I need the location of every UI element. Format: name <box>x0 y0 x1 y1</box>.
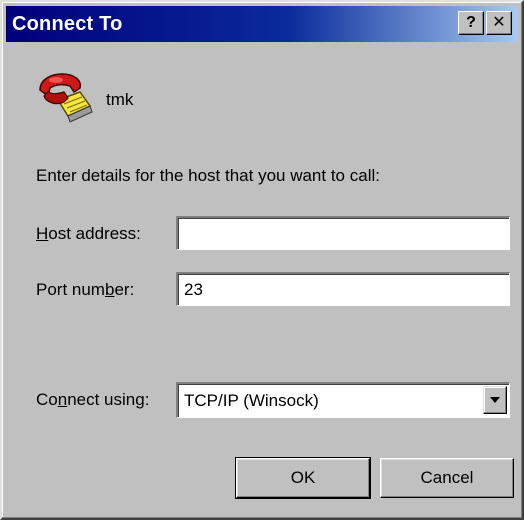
chevron-down-icon <box>490 397 500 403</box>
connect-using-dropdown[interactable]: TCP/IP (Winsock) <box>176 382 510 418</box>
port-number-label: Port number: <box>36 280 134 300</box>
window-title: Connect To <box>12 12 123 35</box>
host-address-label: Host address: <box>36 224 141 244</box>
connect-label-post: nect using: <box>67 390 150 409</box>
help-button[interactable]: ? <box>458 11 484 35</box>
help-icon: ? <box>466 14 476 31</box>
close-button[interactable]: ✕ <box>486 11 512 35</box>
cancel-button[interactable]: Cancel <box>380 458 514 498</box>
connect-label-accel: n <box>57 390 68 409</box>
connect-to-dialog: Connect To ? ✕ tmk Enter details for the… <box>0 0 524 520</box>
title-bar[interactable]: Connect To ? ✕ <box>6 6 518 42</box>
dropdown-arrow-button[interactable] <box>483 386 507 414</box>
port-number-input[interactable] <box>176 272 510 306</box>
connect-using-value: TCP/IP (Winsock) <box>184 391 319 410</box>
dialog-body: tmk Enter details for the host that you … <box>6 44 518 514</box>
connection-name: tmk <box>106 90 134 109</box>
connect-using-label: Connect using: <box>36 390 149 410</box>
host-address-input[interactable] <box>176 216 510 250</box>
connect-label-pre: Co <box>36 390 58 409</box>
port-label-pre: Port num <box>36 280 105 299</box>
instructions-text: Enter details for the host that you want… <box>36 166 380 185</box>
host-label-post: ost address: <box>48 224 141 243</box>
telephone-icon <box>39 73 93 123</box>
port-label-post: er: <box>114 280 135 299</box>
connection-info: tmk <box>34 66 133 128</box>
host-label-accel: H <box>36 224 49 243</box>
close-icon: ✕ <box>492 14 506 31</box>
ok-button[interactable]: OK <box>235 457 371 499</box>
